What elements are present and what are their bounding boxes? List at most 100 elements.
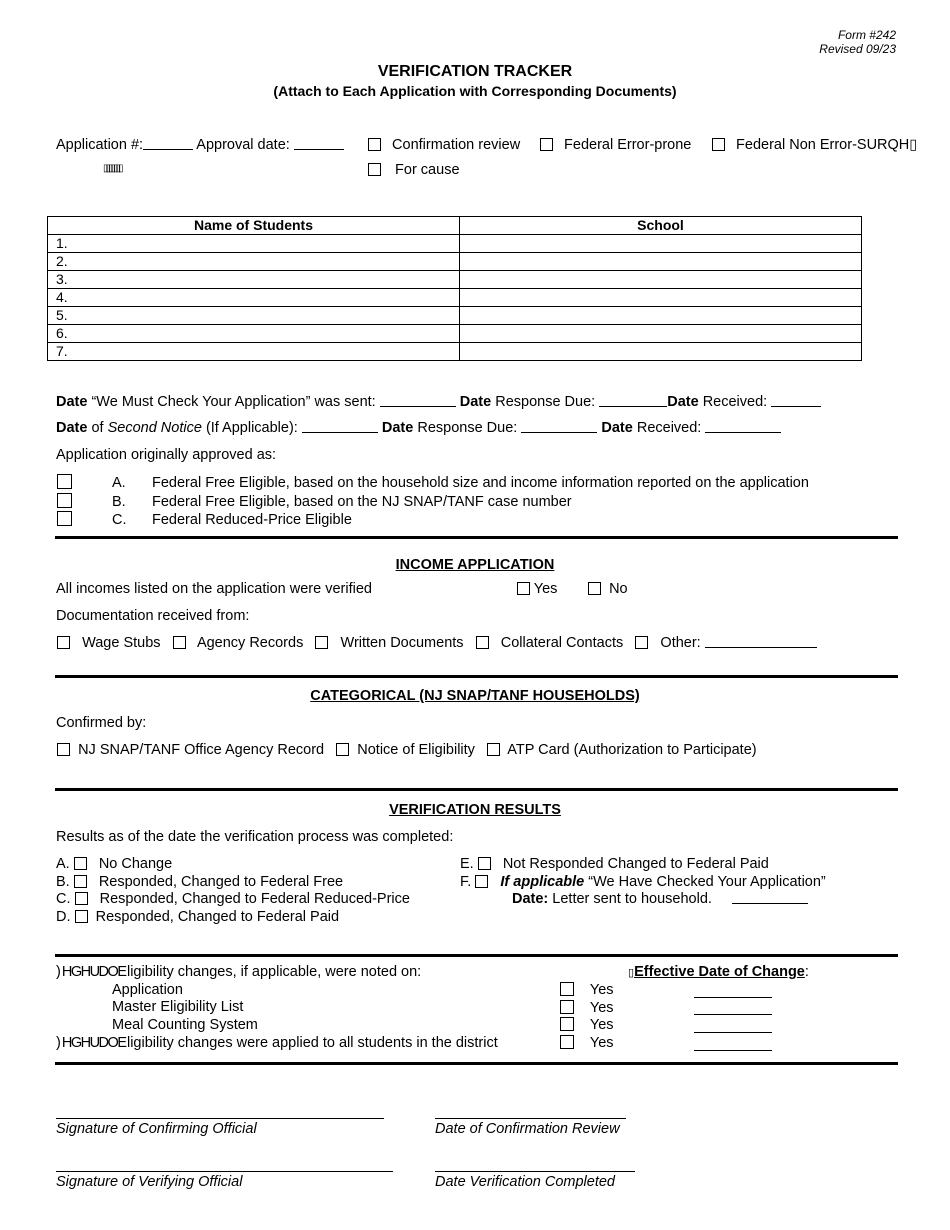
federal-non-error-prone-checkbox[interactable]	[712, 138, 725, 151]
application-yes-checkbox[interactable]	[560, 982, 574, 996]
option-letter: F.	[460, 873, 472, 890]
date-word: Date	[459, 394, 492, 410]
result-a-checkbox[interactable]	[73, 857, 87, 870]
student-name-cell[interactable]: 2.	[47, 252, 460, 271]
effective-date-field-meal-counting[interactable]	[694, 1032, 772, 1033]
approval-date-field[interactable]	[293, 137, 344, 150]
for-cause-checkbox[interactable]	[368, 163, 381, 176]
letter-sent-date-field[interactable]	[732, 891, 809, 905]
incomes-verified-no: No	[588, 581, 628, 597]
application-info-row: Application #: Approval date:	[56, 137, 344, 153]
student-name-cell[interactable]: 4.	[47, 288, 460, 307]
second-received-label: Received:	[636, 420, 702, 436]
school-cell[interactable]	[459, 342, 862, 361]
result-b-checkbox[interactable]	[73, 874, 87, 888]
option-text: Federal Reduced-Price Eligible	[152, 512, 352, 528]
application-number-field[interactable]	[143, 137, 194, 150]
atp-card-checkbox[interactable]	[487, 743, 501, 756]
incomes-verified-yes-checkbox[interactable]	[517, 582, 530, 595]
garbled-glyphs: ▯▯▯▯▯▯▯	[103, 163, 123, 174]
student-name-cell[interactable]: 1.	[47, 234, 460, 253]
agency-records-label: Agency Records	[196, 635, 304, 651]
students-table: Name of Students School 1. 2. 3. 4. 5. 6. 7.	[47, 216, 862, 361]
confirmation-date-label: Date of Confirmation Review	[435, 1121, 620, 1137]
notice-of-eligibility-checkbox[interactable]	[336, 743, 350, 756]
colon: :	[804, 964, 809, 980]
agency-records-checkbox[interactable]	[172, 636, 186, 649]
verifying-signature-field[interactable]	[56, 1171, 393, 1172]
table-row: 6.	[47, 324, 862, 343]
results-heading: VERIFICATION RESULTS	[389, 802, 561, 818]
federal-non-error-prone-label: Federal Non Error-SURQH▯	[736, 137, 918, 153]
table-row: 4.	[47, 288, 862, 307]
effective-date-field-application[interactable]	[694, 997, 772, 998]
result-f-checkbox[interactable]	[475, 874, 489, 888]
incomes-verified-no-checkbox[interactable]	[588, 582, 601, 595]
table-row: 5.	[47, 306, 862, 325]
student-name-cell[interactable]: 6.	[47, 324, 460, 343]
changes-applied-label: Eligibility changes were applied to all …	[117, 1034, 498, 1051]
option-text: Responded, Changed to Federal Free	[98, 873, 344, 890]
approval-option-c-checkbox[interactable]	[57, 511, 72, 526]
approval-option-a-checkbox[interactable]	[57, 474, 72, 489]
school-cell[interactable]	[459, 270, 862, 289]
result-c-checkbox[interactable]	[74, 892, 88, 906]
second-notice-date-field[interactable]	[301, 420, 378, 433]
verifying-signature-label: Signature of Verifying Official	[56, 1174, 243, 1190]
school-cell[interactable]	[459, 234, 862, 253]
eligibility-changes-yes-column: Yes Yes Yes Yes	[560, 982, 614, 1053]
collateral-contacts-checkbox[interactable]	[475, 636, 489, 649]
approval-date-label: Approval date:	[196, 137, 290, 153]
received-date-field[interactable]	[771, 394, 822, 407]
approval-option-b-checkbox[interactable]	[57, 492, 72, 508]
option-text: Not Responded Changed to Federal Paid	[502, 856, 769, 872]
confirming-signature-field[interactable]	[56, 1118, 384, 1119]
written-documents-checkbox[interactable]	[315, 636, 329, 649]
snap-tanf-record-checkbox[interactable]	[57, 743, 70, 756]
first-notice-dates-row: Date “We Must Check Your Application” wa…	[56, 394, 822, 410]
section-divider	[55, 1062, 898, 1065]
school-cell[interactable]	[459, 306, 862, 325]
result-option-f: F. If applicable “We Have Checked Your A…	[460, 874, 826, 892]
section-divider	[55, 788, 898, 791]
other-source-checkbox[interactable]	[635, 636, 649, 649]
review-type-confirmation: Confirmation review	[368, 137, 520, 153]
meal-counting-yes-checkbox[interactable]	[560, 1017, 574, 1032]
student-name-cell[interactable]: 7.	[47, 342, 460, 361]
second-received-date-field[interactable]	[705, 420, 782, 433]
option-text: Responded, Changed to Federal Paid	[95, 909, 340, 926]
atp-card-label: ATP Card (Authorization to Participate)	[507, 742, 757, 758]
changes-applied-line: ) HGHUDOEligibility changes were applied…	[56, 1035, 498, 1053]
changes-noted-line: ) HGHUDOEligibility changes, if applicab…	[56, 964, 498, 982]
school-cell[interactable]	[459, 288, 862, 307]
other-source-field[interactable]	[704, 635, 817, 648]
second-response-due-field[interactable]	[521, 420, 598, 433]
header-school: School	[459, 216, 862, 235]
federal-error-prone-checkbox[interactable]	[540, 138, 553, 151]
second-notice-label: Second Notice	[107, 420, 202, 436]
confirmation-date-field[interactable]	[435, 1118, 626, 1119]
result-e-checkbox[interactable]	[477, 857, 491, 870]
effective-date-field-all-students[interactable]	[694, 1050, 772, 1051]
effective-date-label: Effective Date of Change	[634, 964, 805, 980]
confirmation-review-checkbox[interactable]	[368, 138, 381, 151]
master-list-yes-checkbox[interactable]	[560, 999, 574, 1014]
yes-label: Yes	[589, 1017, 614, 1034]
option-text: Federal Free Eligible, based on the hous…	[152, 475, 809, 491]
section-divider	[55, 675, 898, 678]
school-cell[interactable]	[459, 324, 862, 343]
student-name-cell[interactable]: 5.	[47, 306, 460, 325]
school-cell[interactable]	[459, 252, 862, 271]
eligibility-changes-left: ) HGHUDOEligibility changes, if applicab…	[56, 964, 498, 1053]
student-name-cell[interactable]: 3.	[47, 270, 460, 289]
date-word: Date	[667, 394, 699, 410]
confirmed-by-label: Confirmed by:	[56, 715, 147, 731]
notice-sent-date-field[interactable]	[379, 394, 456, 407]
effective-date-field-master-list[interactable]	[694, 1014, 772, 1015]
all-students-yes-checkbox[interactable]	[560, 1035, 574, 1050]
response-due-field[interactable]	[599, 394, 668, 407]
result-d-checkbox[interactable]	[74, 910, 88, 924]
verification-date-field[interactable]	[435, 1171, 635, 1172]
wage-stubs-checkbox[interactable]	[57, 636, 70, 649]
review-type-non-error-prone: Federal Non Error-SURQH▯	[712, 137, 917, 153]
